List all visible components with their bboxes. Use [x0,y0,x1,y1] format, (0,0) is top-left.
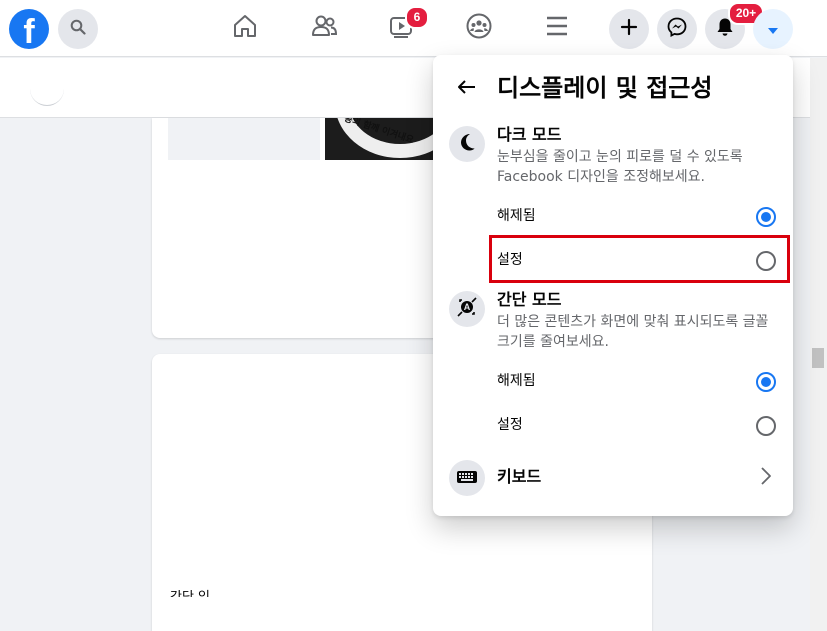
nav-friends[interactable] [308,12,340,44]
caret-down-icon [767,20,779,39]
display-accessibility-panel [433,55,793,516]
compact-mode-on-radio[interactable] [756,416,776,436]
menu-icon [544,13,570,43]
compact-mode-icon: A [456,296,478,322]
groups-icon [465,12,493,44]
dark-mode-off-radio[interactable] [756,207,776,227]
panel-title: 디스플레이 및 접근성 [497,74,713,102]
highlight-box [489,235,790,283]
messenger-icon [667,17,687,41]
svg-text:A: A [464,302,471,312]
nav-home[interactable] [229,12,261,44]
compact-mode-icon-wrap: A [449,291,485,327]
compact-mode-description: 더 많은 콘텐츠가 화면에 맞춰 표시되도록 글꼴 크기를 줄여보세요. [497,314,769,350]
facebook-logo[interactable]: f [9,9,49,49]
dark-mode-on-radio[interactable] [756,251,776,271]
dark-mode-description: 눈부심을 줄이고 눈의 피로를 덜 수 있도록 Facebook 디자인을 조정… [497,149,743,185]
messenger-button[interactable] [657,9,697,49]
create-icon [620,18,638,40]
search-button[interactable] [58,9,98,49]
post-image[interactable]: 동의 함께 이겨내요 [325,118,435,160]
chevron-right-icon [760,466,772,490]
dark-mode-icon-wrap [449,126,485,162]
moon-icon [457,132,477,156]
post-text: 간단 잉 [170,588,210,597]
scrollbar[interactable] [810,58,827,631]
friends-icon [310,12,338,44]
watch-badge: 6 [405,6,429,29]
search-icon [70,19,86,39]
back-button[interactable] [449,71,485,107]
nav-menu[interactable] [541,12,573,44]
post-image[interactable] [168,118,320,160]
keyboard-icon [456,469,478,488]
compact-mode-title: 간단 모드 [497,290,562,309]
top-nav: f 6 20+ [0,0,827,57]
compact-mode-on-label[interactable]: 설정 [497,415,523,435]
scrollbar-thumb[interactable] [812,348,824,368]
compact-mode-off-label[interactable]: 해제됨 [497,371,536,391]
account-menu-button[interactable] [753,9,793,49]
keyboard-chevron[interactable] [756,466,776,490]
dark-mode-title: 다크 모드 [497,125,562,144]
home-icon [231,12,259,44]
nav-groups[interactable] [463,12,495,44]
arrow-left-icon [457,79,477,99]
dark-mode-off-label[interactable]: 해제됨 [497,206,536,226]
keyboard-icon-wrap[interactable] [449,460,485,496]
dark-mode-on-label[interactable]: 설정 [497,250,523,270]
compact-mode-off-radio[interactable] [756,372,776,392]
create-button[interactable] [609,9,649,49]
keyboard-label[interactable]: 키보드 [497,467,541,487]
